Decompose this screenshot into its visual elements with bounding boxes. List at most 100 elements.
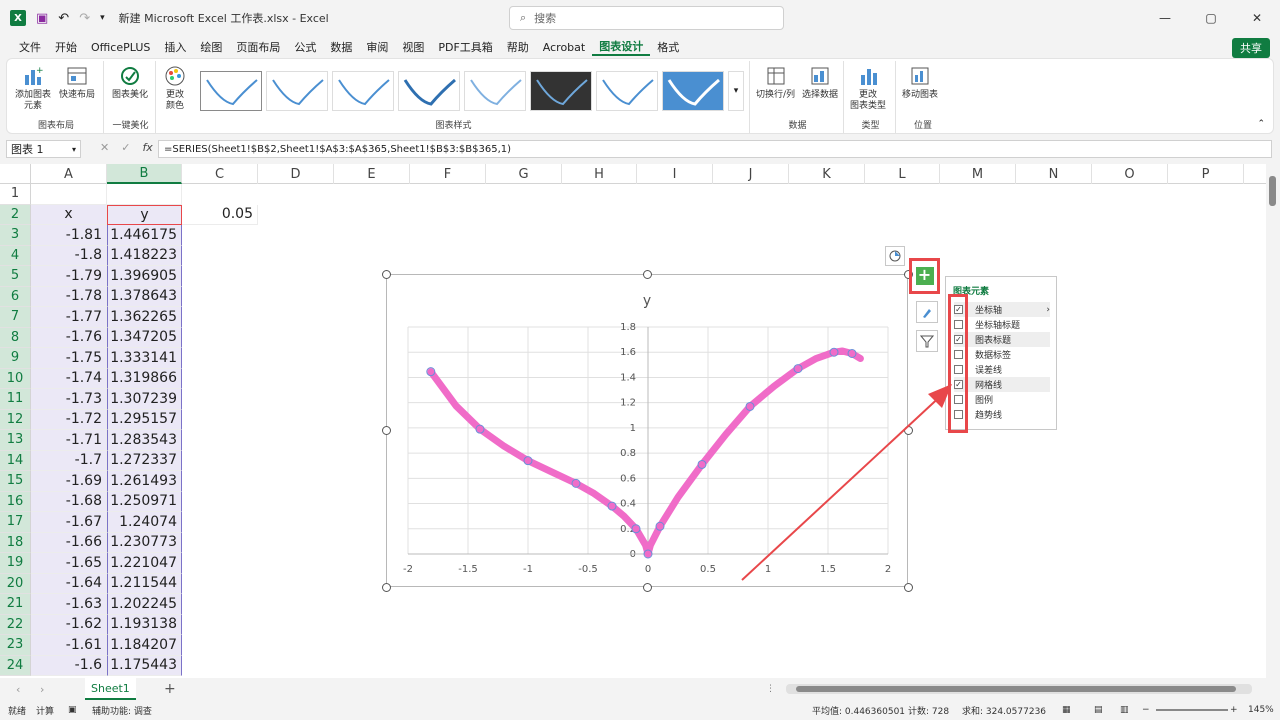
- minimize-button[interactable]: —: [1142, 11, 1188, 25]
- next-sheet-icon[interactable]: ›: [40, 683, 44, 696]
- chart-elements-button[interactable]: +: [909, 258, 940, 294]
- row-header[interactable]: 9: [0, 348, 31, 369]
- chart-element-3[interactable]: 数据标签: [954, 347, 1050, 362]
- quick-layout-button[interactable]: 快速布局: [59, 65, 95, 101]
- row-header[interactable]: 14: [0, 450, 31, 471]
- tab-4[interactable]: 绘图: [193, 39, 229, 55]
- cell-b3[interactable]: 1.446175: [107, 225, 182, 246]
- zoom-in-icon[interactable]: +: [1230, 705, 1238, 715]
- cell-a6[interactable]: -1.78: [31, 286, 107, 307]
- tab-5[interactable]: 页面布局: [229, 39, 287, 55]
- chart-element-6[interactable]: 图例: [954, 392, 1050, 407]
- status-calc[interactable]: 计算: [36, 704, 54, 717]
- chart-element-2[interactable]: ✓ 图表标题: [954, 332, 1050, 347]
- column-header-g[interactable]: G: [486, 164, 562, 184]
- insert-function-icon[interactable]: fx: [142, 141, 152, 154]
- cell-c2[interactable]: 0.05: [182, 204, 258, 225]
- tab-8[interactable]: 审阅: [359, 39, 395, 55]
- select-all-corner[interactable]: [0, 164, 31, 184]
- column-header-j[interactable]: J: [713, 164, 789, 184]
- chart-style-2[interactable]: [266, 71, 328, 111]
- horizontal-scroll-thumb[interactable]: [796, 686, 1236, 692]
- tab-3[interactable]: 插入: [157, 39, 193, 55]
- tab-11[interactable]: 帮助: [500, 39, 536, 55]
- customize-toolbar-icon[interactable]: ▾: [100, 13, 105, 23]
- tab-1[interactable]: 开始: [48, 39, 84, 55]
- row-header[interactable]: 1: [0, 184, 31, 205]
- page-break-view-icon[interactable]: ▥: [1120, 705, 1129, 715]
- add-sheet-button[interactable]: +: [164, 681, 176, 697]
- save-icon[interactable]: ▣: [36, 11, 48, 26]
- sheet-tab-sheet1[interactable]: Sheet1: [85, 678, 136, 700]
- zoom-out-icon[interactable]: −: [1142, 705, 1150, 715]
- vertical-scrollbar[interactable]: [1266, 164, 1280, 678]
- cell-b8[interactable]: 1.347205: [107, 327, 182, 348]
- chart-element-0[interactable]: ✓ 坐标轴 ›: [954, 302, 1050, 317]
- chart-element-1[interactable]: 坐标轴标题: [954, 317, 1050, 332]
- formula-input[interactable]: =SERIES(Sheet1!$B$2,Sheet1!$A$3:$A$365,S…: [158, 140, 1272, 158]
- tab-14[interactable]: 格式: [650, 39, 686, 55]
- more-styles-icon[interactable]: ▾: [728, 71, 744, 111]
- row-header[interactable]: 19: [0, 553, 31, 574]
- page-layout-view-icon[interactable]: ▤: [1094, 705, 1103, 715]
- cell-a15[interactable]: -1.69: [31, 471, 107, 492]
- cell-a21[interactable]: -1.63: [31, 594, 107, 615]
- cancel-icon[interactable]: ✕: [100, 141, 109, 154]
- row-header[interactable]: 23: [0, 635, 31, 656]
- resize-handle-b[interactable]: [643, 583, 652, 592]
- chart-style-6[interactable]: [530, 71, 592, 111]
- column-header-h[interactable]: H: [562, 164, 637, 184]
- column-header-a[interactable]: A: [31, 164, 107, 184]
- cell-b4[interactable]: 1.418223: [107, 245, 182, 266]
- tab-10[interactable]: PDF工具箱: [431, 39, 499, 55]
- chart-beautify-button[interactable]: 图表美化: [112, 65, 148, 101]
- cell-b16[interactable]: 1.250971: [107, 491, 182, 512]
- column-header-f[interactable]: F: [410, 164, 486, 184]
- row-header[interactable]: 3: [0, 225, 31, 246]
- resize-handle-l[interactable]: [382, 426, 391, 435]
- row-header[interactable]: 24: [0, 655, 31, 676]
- cell-a1[interactable]: [31, 184, 107, 205]
- collapse-ribbon-icon[interactable]: ⌃: [1257, 119, 1265, 129]
- cell-b18[interactable]: 1.230773: [107, 532, 182, 553]
- chart-element-7[interactable]: 趋势线: [954, 407, 1050, 422]
- change-chart-type-button[interactable]: 更改 图表类型: [850, 65, 886, 112]
- row-header[interactable]: 5: [0, 266, 31, 287]
- select-data-button[interactable]: 选择数据: [802, 65, 838, 101]
- cell-b11[interactable]: 1.307239: [107, 389, 182, 410]
- resize-handle-bl[interactable]: [382, 583, 391, 592]
- resize-handle-tl[interactable]: [382, 270, 391, 279]
- column-header-e[interactable]: E: [334, 164, 410, 184]
- cell-a17[interactable]: -1.67: [31, 512, 107, 533]
- cell-a4[interactable]: -1.8: [31, 245, 107, 266]
- chart-style-1[interactable]: [200, 71, 262, 111]
- cell-a12[interactable]: -1.72: [31, 409, 107, 430]
- cell-b5[interactable]: 1.396905: [107, 266, 182, 287]
- share-button[interactable]: 共享: [1232, 38, 1270, 58]
- tab-0[interactable]: 文件: [12, 39, 48, 55]
- cell-b24[interactable]: 1.175443: [107, 655, 182, 676]
- accessibility-status[interactable]: 辅助功能: 调查: [92, 704, 152, 717]
- column-header-n[interactable]: N: [1016, 164, 1092, 184]
- cell-b17[interactable]: 1.24074: [107, 512, 182, 533]
- change-colors-button[interactable]: 更改 颜色: [164, 65, 186, 112]
- row-header[interactable]: 13: [0, 430, 31, 451]
- cell-a23[interactable]: -1.61: [31, 635, 107, 656]
- tab-12[interactable]: Acrobat: [536, 41, 592, 54]
- column-header-c[interactable]: C: [182, 164, 258, 184]
- zoom-level[interactable]: 145%: [1248, 705, 1274, 715]
- chart-element-4[interactable]: 误差线: [954, 362, 1050, 377]
- cell-b2[interactable]: y: [107, 204, 182, 225]
- row-header[interactable]: 2: [0, 204, 31, 225]
- cell-b14[interactable]: 1.272337: [107, 450, 182, 471]
- column-header-m[interactable]: M: [940, 164, 1016, 184]
- cell-b7[interactable]: 1.362265: [107, 307, 182, 328]
- cell-b15[interactable]: 1.261493: [107, 471, 182, 492]
- cell-b19[interactable]: 1.221047: [107, 553, 182, 574]
- cell-a14[interactable]: -1.7: [31, 450, 107, 471]
- tab-2[interactable]: OfficePLUS: [84, 41, 157, 54]
- cell-b9[interactable]: 1.333141: [107, 348, 182, 369]
- cell-b20[interactable]: 1.211544: [107, 573, 182, 594]
- chart-style-4[interactable]: [398, 71, 460, 111]
- cell-b12[interactable]: 1.295157: [107, 409, 182, 430]
